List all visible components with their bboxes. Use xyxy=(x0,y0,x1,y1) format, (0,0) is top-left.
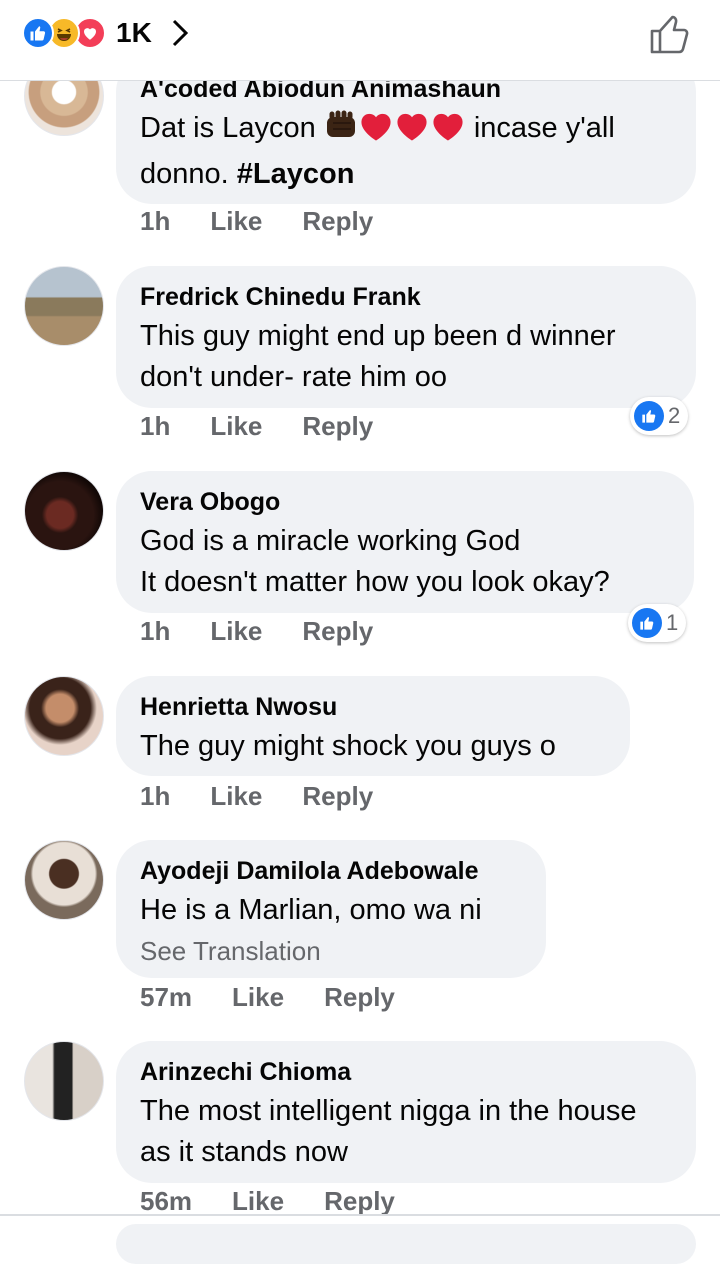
comment-time[interactable]: 57m xyxy=(140,982,192,1013)
see-translation-link[interactable]: See Translation xyxy=(140,933,522,969)
comment-bubble[interactable]: Henrietta Nwosu The guy might shock you … xyxy=(116,676,630,776)
like-reaction-icon xyxy=(632,608,662,638)
comment-author[interactable]: Fredrick Chinedu Frank xyxy=(140,282,672,312)
comment-actions: 1h Like Reply xyxy=(140,206,373,237)
heart-emoji-icon xyxy=(358,110,394,154)
comment-author[interactable]: Arinzechi Chioma xyxy=(140,1057,672,1087)
like-button[interactable]: Like xyxy=(210,616,262,647)
comment-text: He is a Marlian, omo wa ni xyxy=(140,894,482,926)
comment-text: This guy might end up been d winner don'… xyxy=(140,320,616,393)
like-reaction-icon xyxy=(22,17,54,49)
comment-bubble[interactable]: Fredrick Chinedu Frank This guy might en… xyxy=(116,266,696,408)
comment-text: Dat is Laycon incase y'all donno. #Layco… xyxy=(140,110,615,190)
comment-time[interactable]: 1h xyxy=(140,781,170,812)
comment-text: The most intelligent nigga in the house … xyxy=(140,1095,637,1168)
comment-bubble-partial xyxy=(116,1224,696,1264)
reply-button[interactable]: Reply xyxy=(302,781,373,812)
avatar[interactable] xyxy=(24,840,104,920)
comment-actions: 56m Like Reply xyxy=(140,1186,395,1217)
reaction-count: 2 xyxy=(668,403,681,428)
reply-button[interactable]: Reply xyxy=(324,982,395,1013)
hashtag-link[interactable]: #Laycon xyxy=(237,158,355,190)
comment-author[interactable]: Ayodeji Damilola Adebowale xyxy=(140,856,522,886)
comment-time[interactable]: 1h xyxy=(140,616,170,647)
comment-author[interactable]: Henrietta Nwosu xyxy=(140,692,606,722)
heart-emoji-icon xyxy=(394,110,430,154)
like-button[interactable]: Like xyxy=(210,781,262,812)
like-reaction-icon xyxy=(634,401,664,431)
comment-time[interactable]: 1h xyxy=(140,206,170,237)
like-button[interactable]: Like xyxy=(232,1186,284,1217)
comment-time[interactable]: 56m xyxy=(140,1186,192,1217)
like-thumb-icon[interactable] xyxy=(648,12,692,56)
comment-actions: 1h Like Reply xyxy=(140,411,373,442)
like-button[interactable]: Like xyxy=(210,206,262,237)
like-button[interactable]: Like xyxy=(210,411,262,442)
avatar[interactable] xyxy=(24,1041,104,1121)
comment-time[interactable]: 1h xyxy=(140,411,170,442)
avatar[interactable] xyxy=(24,471,104,551)
reactions-summary[interactable]: 1K xyxy=(22,16,190,50)
avatar[interactable] xyxy=(24,266,104,346)
reply-button[interactable]: Reply xyxy=(324,1186,395,1217)
comment-bubble[interactable]: Ayodeji Damilola Adebowale He is a Marli… xyxy=(116,840,546,978)
comment-actions: 57m Like Reply xyxy=(140,982,395,1013)
divider xyxy=(0,1214,720,1216)
comment-text: The guy might shock you guys o xyxy=(140,730,556,762)
comment-actions: 1h Like Reply xyxy=(140,781,373,812)
heart-emoji-icon xyxy=(430,110,466,154)
fist-emoji-icon xyxy=(324,110,358,154)
comment-bubble[interactable]: Vera Obogo God is a miracle working God … xyxy=(116,471,694,613)
comment-reaction-badge[interactable]: 1 xyxy=(628,604,687,642)
reply-button[interactable]: Reply xyxy=(302,206,373,237)
comment-actions: 1h Like Reply xyxy=(140,616,373,647)
avatar[interactable] xyxy=(24,676,104,756)
reply-button[interactable]: Reply xyxy=(302,411,373,442)
chevron-right-icon xyxy=(172,19,188,47)
comment-reaction-badge[interactable]: 2 xyxy=(630,397,689,435)
reactions-bar: 1K xyxy=(0,0,720,81)
reply-button[interactable]: Reply xyxy=(302,616,373,647)
comment-text: God is a miracle working God It doesn't … xyxy=(140,525,610,598)
comment-bubble[interactable]: Arinzechi Chioma The most intelligent ni… xyxy=(116,1041,696,1183)
comment-author[interactable]: Vera Obogo xyxy=(140,487,670,517)
reaction-count: 1K xyxy=(116,17,152,48)
reaction-count: 1 xyxy=(666,610,679,635)
like-button[interactable]: Like xyxy=(232,982,284,1013)
